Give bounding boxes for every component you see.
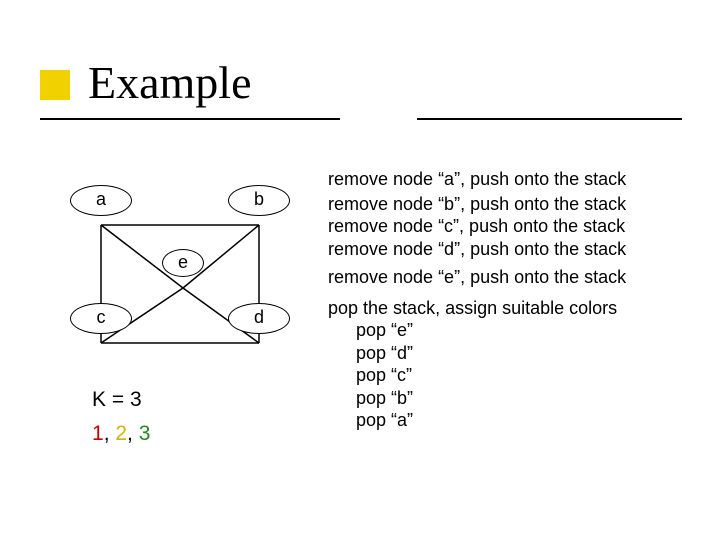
color-1: 1 bbox=[92, 422, 104, 445]
title-block: Example bbox=[40, 62, 680, 124]
title-bullet-icon bbox=[40, 70, 70, 100]
step-remove-c: remove node “c”, push onto the stack bbox=[328, 215, 698, 238]
step-remove-d: remove node “d”, push onto the stack bbox=[328, 238, 698, 261]
sep: , bbox=[127, 422, 139, 445]
color-2: 2 bbox=[115, 422, 127, 445]
slide-title: Example bbox=[88, 56, 252, 109]
graph-node-b: b bbox=[228, 185, 290, 216]
step-remove-a: remove node “a”, push onto the stack bbox=[328, 168, 698, 191]
graph-node-c: c bbox=[70, 303, 132, 334]
title-underline-left bbox=[40, 118, 340, 120]
step-pop-e: pop “e” bbox=[328, 319, 698, 342]
color-3: 3 bbox=[139, 422, 151, 445]
title-underline-right bbox=[417, 118, 682, 120]
step-pop-d: pop “d” bbox=[328, 342, 698, 365]
graph-node-d: d bbox=[228, 303, 290, 334]
step-pop-a: pop “a” bbox=[328, 409, 698, 432]
sep: , bbox=[104, 422, 116, 445]
steps-text: remove node “a”, push onto the stack rem… bbox=[328, 168, 698, 432]
step-remove-e: remove node “e”, push onto the stack bbox=[328, 266, 698, 289]
step-pop-head: pop the stack, assign suitable colors bbox=[328, 297, 698, 320]
graph-node-e: e bbox=[162, 249, 204, 277]
step-pop-b: pop “b” bbox=[328, 387, 698, 410]
slide: Example a b c d e K = 3 1, 2, 3 remove n… bbox=[0, 0, 720, 540]
color-legend: 1, 2, 3 bbox=[92, 422, 150, 446]
k-value: K = 3 bbox=[92, 388, 142, 412]
step-remove-b: remove node “b”, push onto the stack bbox=[328, 193, 698, 216]
step-pop-c: pop “c” bbox=[328, 364, 698, 387]
graph: a b c d e bbox=[70, 185, 290, 385]
graph-node-a: a bbox=[70, 185, 132, 216]
